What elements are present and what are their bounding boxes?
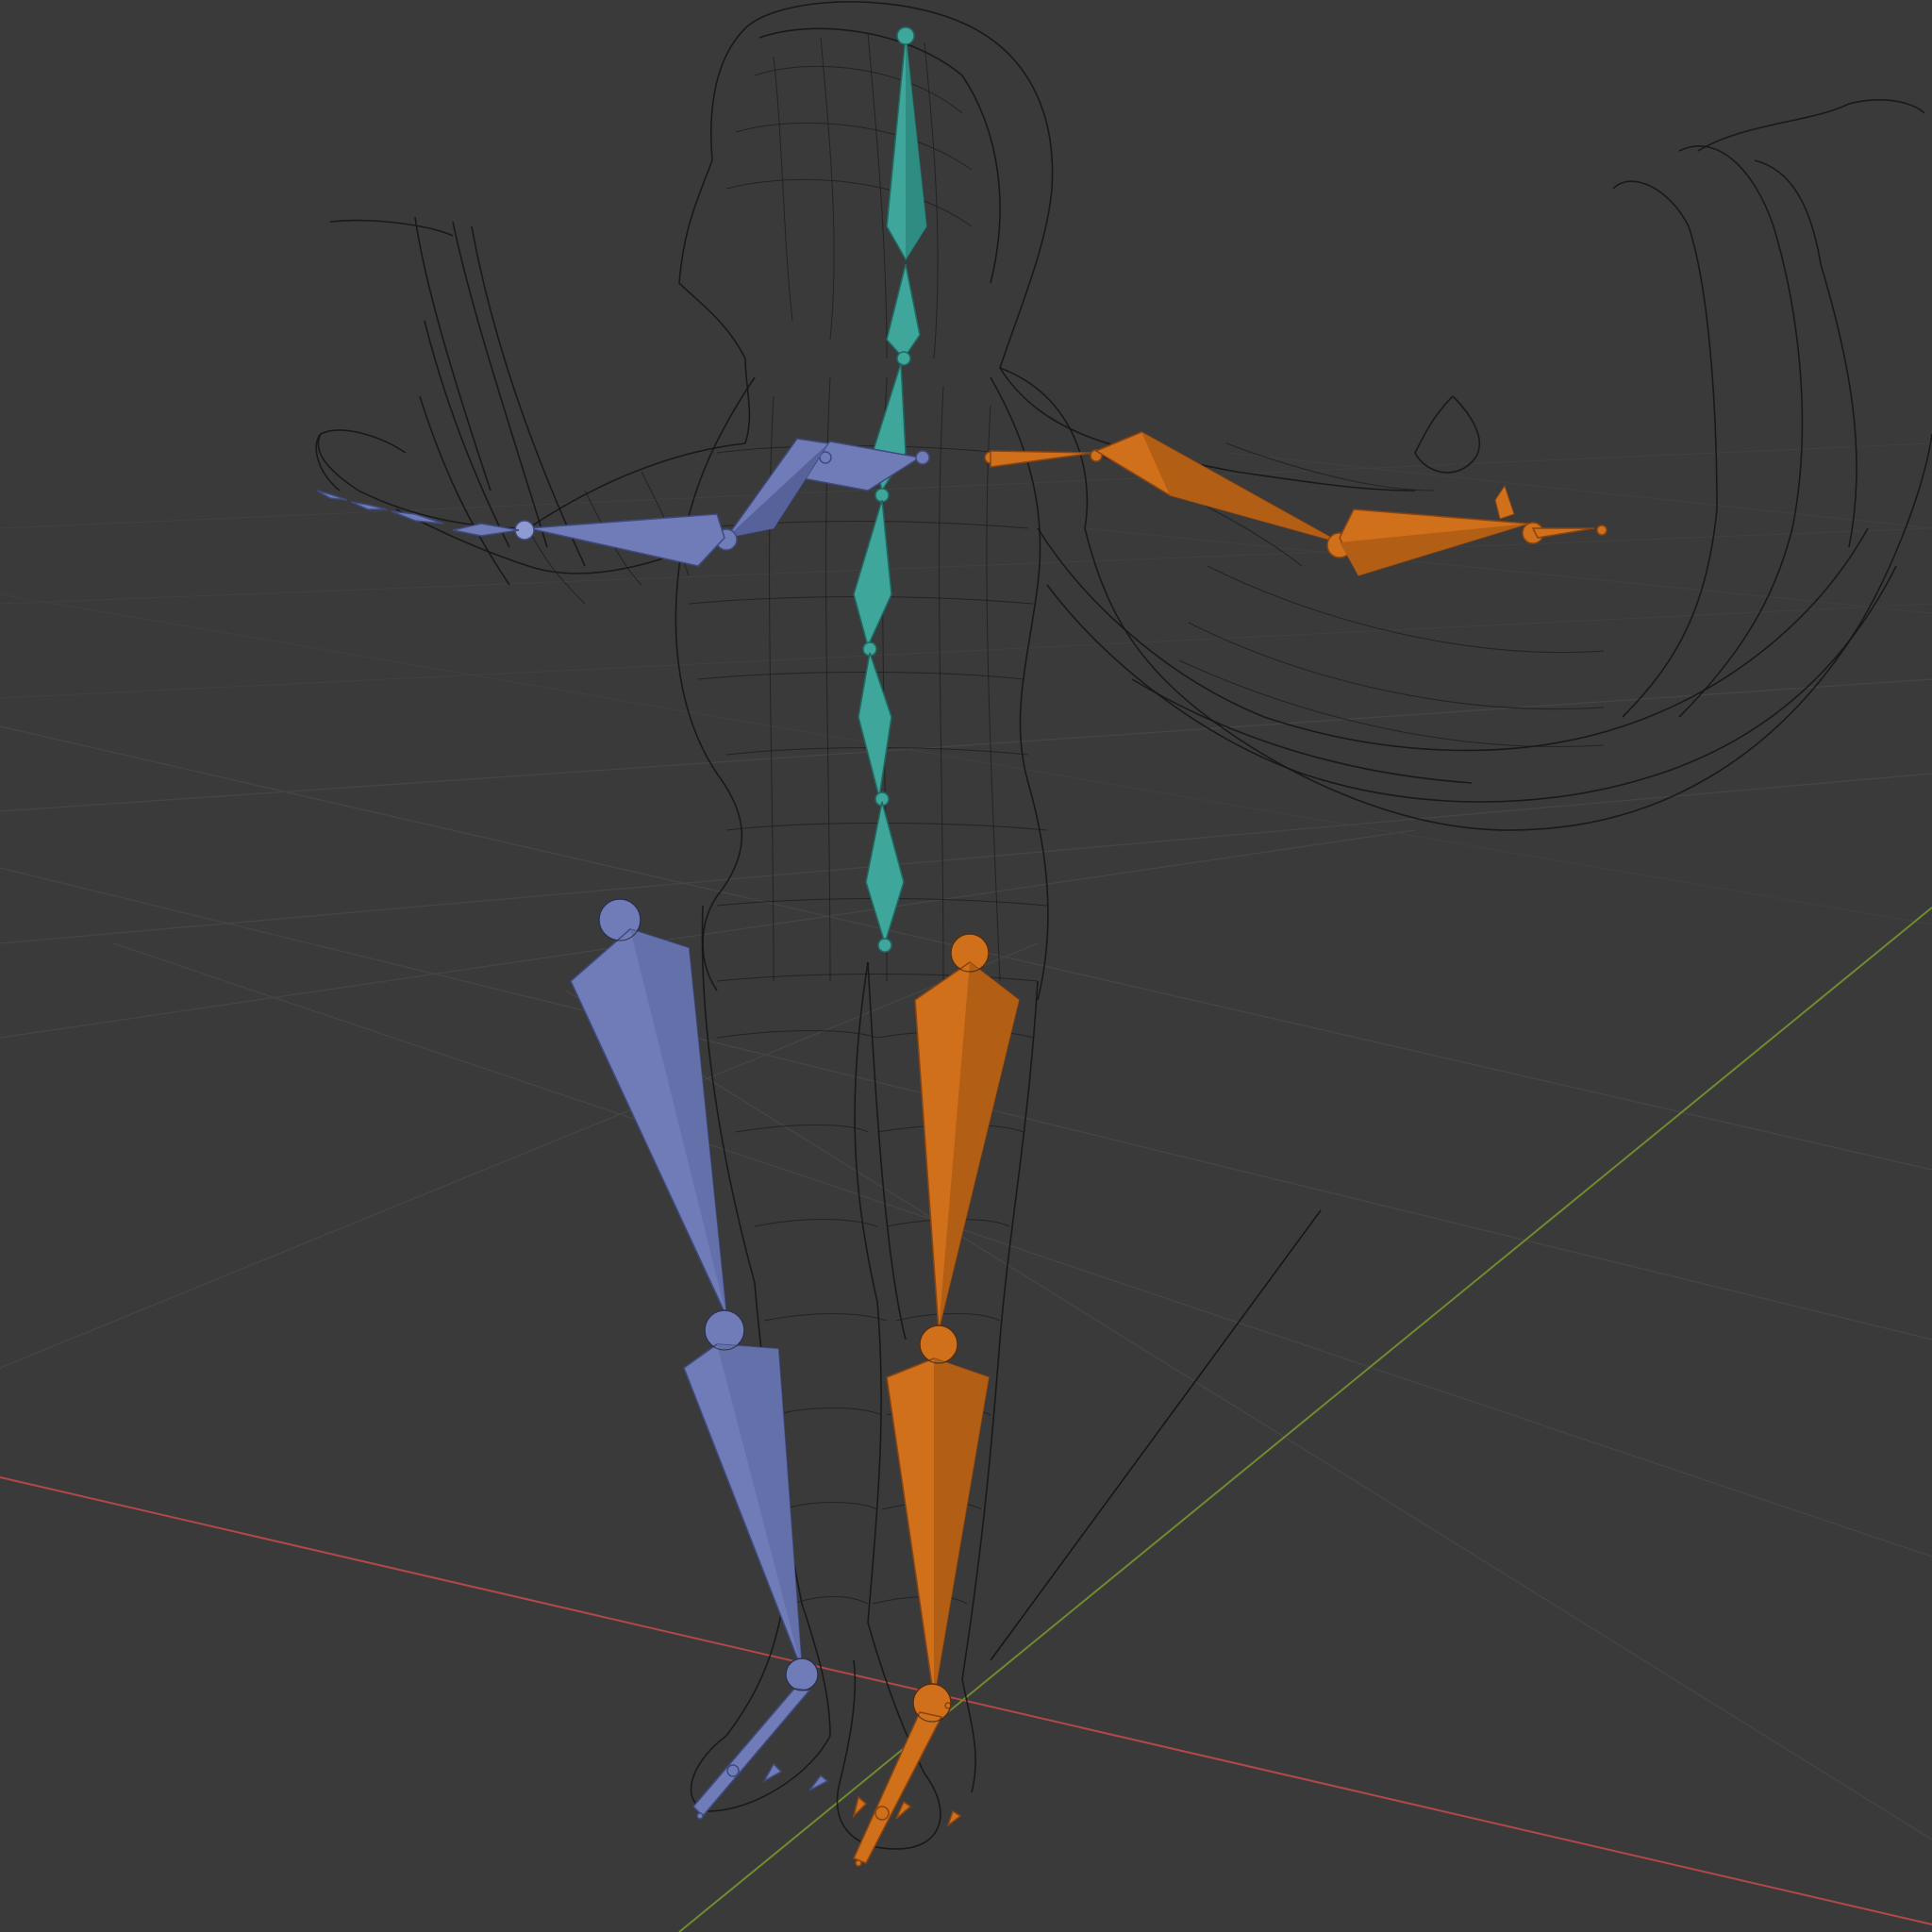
- bone-shoulder-left-joint: [915, 450, 930, 465]
- bone-toe-left-tip: [696, 1812, 704, 1820]
- bone-fingers-right: [1494, 484, 1515, 520]
- 3d-viewport[interactable]: [0, 0, 1932, 1932]
- bone-toe2-left: [808, 1774, 829, 1791]
- bone-forearm-left: [527, 513, 725, 567]
- bone-toe3-right: [946, 1809, 962, 1828]
- bone-spine-mid: [853, 499, 892, 649]
- bone-relation-line: [990, 1209, 1322, 1661]
- bone-hand-left: [452, 523, 520, 537]
- bone-toe-left-joint: [726, 1764, 740, 1777]
- bone-head-tip: [896, 26, 915, 45]
- bone-shin-left-shade: [717, 1344, 802, 1670]
- bone-toe1-left: [762, 1762, 783, 1783]
- bone-hips-tip: [877, 938, 892, 953]
- bone-finger3-left: [316, 490, 348, 501]
- bone-neck: [886, 263, 921, 360]
- armature-left-chain[interactable]: [316, 438, 930, 1820]
- character-wireframe: [315, 1, 1932, 1850]
- bone-finger2-left: [350, 501, 388, 510]
- bone-upper-arm-left: [724, 438, 830, 540]
- bone-foot-left: [691, 1688, 811, 1818]
- y-axis-line: [678, 907, 1932, 1932]
- bone-hand-right-tip: [1596, 525, 1607, 536]
- viewport-scene[interactable]: [0, 0, 1932, 1932]
- bone-shin-right-shade: [934, 1358, 989, 1698]
- bone-shoulder-right: [990, 450, 1095, 468]
- bone-head-shade: [906, 36, 926, 259]
- bone-toe-right-tip: [855, 1859, 862, 1867]
- bone-toe-right-joint: [874, 1806, 890, 1821]
- bone-neck-joint: [896, 351, 911, 366]
- bone-spine-lower: [858, 652, 892, 798]
- bone-toe2-right: [895, 1800, 912, 1820]
- bone-toe1-right: [852, 1795, 868, 1819]
- bone-hand-right: [1531, 527, 1595, 539]
